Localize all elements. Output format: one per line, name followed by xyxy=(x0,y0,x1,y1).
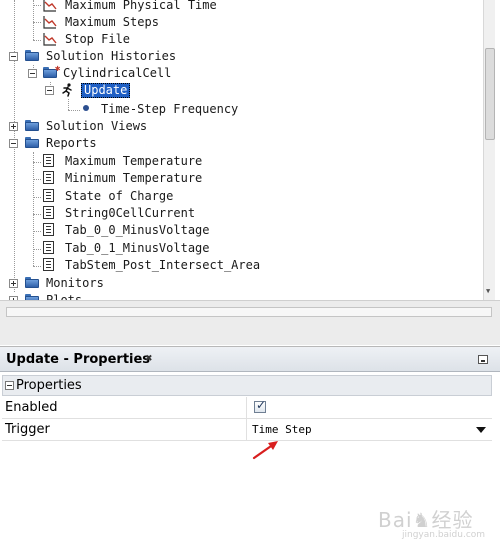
collapse-toggle[interactable] xyxy=(5,381,14,390)
tree-item-cylindricalcell[interactable]: ✱ CylindricalCell xyxy=(0,64,480,82)
tree-item-maximum-temperature[interactable]: Maximum Temperature xyxy=(0,153,480,170)
folder-icon xyxy=(25,276,39,290)
properties-section-header[interactable]: Properties xyxy=(2,375,492,396)
tree-item-label: Solution Views xyxy=(46,119,148,133)
trigger-dropdown[interactable]: Time Step xyxy=(252,423,312,436)
scrollbar-thumb[interactable] xyxy=(485,48,495,140)
tree-item-label: String0CellCurrent xyxy=(65,206,196,220)
collapse-toggle[interactable] xyxy=(9,139,18,148)
tree-item-label: Monitors xyxy=(46,276,104,290)
tree-item-update[interactable]: Update xyxy=(0,82,480,99)
tree-item-stop-file[interactable]: Stop File xyxy=(0,31,480,48)
panel-title: Update - Properties xyxy=(6,352,151,367)
folder-icon xyxy=(25,49,39,63)
tree-item-state-of-charge[interactable]: State of Charge xyxy=(0,188,480,205)
tree-footer xyxy=(0,300,500,345)
report-icon xyxy=(43,258,54,271)
chart-icon xyxy=(43,33,57,46)
tree-item-label: Solution Histories xyxy=(46,49,177,63)
tree-item-label: Stop File xyxy=(65,32,131,46)
tree-item-label: Maximum Steps xyxy=(65,15,159,29)
tree-item-label: State of Charge xyxy=(65,189,174,203)
tree-item-maximum-physical-time[interactable]: Maximum Physical Time xyxy=(0,0,480,14)
enabled-checkbox[interactable]: ✓ xyxy=(254,398,267,413)
tree-item-tab-0-0-minusvoltage[interactable]: Tab_0_0_MinusVoltage xyxy=(0,222,480,239)
annotation-arrow-icon xyxy=(252,441,278,460)
report-icon xyxy=(43,154,54,167)
tree-item-label: Reports xyxy=(46,136,97,150)
collapse-toggle[interactable] xyxy=(28,69,37,78)
tree-item-label: CylindricalCell xyxy=(63,66,172,80)
tree-item-string0cellcurrent[interactable]: String0CellCurrent xyxy=(0,205,480,222)
tree-item-minimum-temperature[interactable]: Minimum Temperature xyxy=(0,170,480,187)
tree-item-label: Plots xyxy=(46,293,83,300)
tree-vertical-scrollbar[interactable]: ▼ xyxy=(483,0,495,300)
folder-icon xyxy=(25,293,39,300)
column-divider xyxy=(246,397,247,419)
running-man-icon xyxy=(62,83,72,97)
properties-header: Update - Properties ✖ xyxy=(0,347,500,372)
tree-item-label: Tab_0_0_MinusVoltage xyxy=(65,223,210,237)
tree-item-tab-0-1-minusvoltage[interactable]: Tab_0_1_MinusVoltage xyxy=(0,240,480,257)
minimize-icon[interactable] xyxy=(478,355,488,364)
collapse-toggle[interactable] xyxy=(45,86,54,95)
tree-item-maximum-steps[interactable]: Maximum Steps xyxy=(0,14,480,31)
tree-item-label: Maximum Temperature xyxy=(65,154,203,168)
property-row-enabled: Enabled ✓ xyxy=(2,397,492,419)
property-name: Trigger xyxy=(5,422,50,437)
watermark-url: jingyan.baidu.com xyxy=(402,530,486,540)
tree-item-label: Minimum Temperature xyxy=(65,171,203,185)
column-divider xyxy=(246,419,247,441)
chevron-down-icon[interactable] xyxy=(476,427,486,433)
chart-icon xyxy=(43,16,57,29)
folder-icon xyxy=(25,136,39,150)
property-name: Enabled xyxy=(5,400,58,415)
tree-item-label: TabStem_Post_Intersect_Area xyxy=(65,258,261,272)
modified-star-icon: ✱ xyxy=(55,64,61,74)
collapse-toggle[interactable] xyxy=(9,52,18,61)
report-icon xyxy=(43,189,54,202)
tree-item-solution-histories[interactable]: Solution Histories xyxy=(0,48,480,65)
watermark-logo: Bai♞经验 xyxy=(378,508,474,532)
tree-item-label: Tab_0_1_MinusVoltage xyxy=(65,241,210,255)
tree-item-time-step-frequency[interactable]: Time-Step Frequency xyxy=(0,101,480,118)
tree-horizontal-scrollbar[interactable] xyxy=(6,307,492,317)
expand-toggle[interactable] xyxy=(9,122,18,131)
tree-item-label-selected: Update xyxy=(81,83,131,98)
chart-icon xyxy=(43,0,57,12)
expand-toggle[interactable] xyxy=(9,279,18,288)
tree-item-plots[interactable]: Plots xyxy=(0,292,480,300)
section-label: Properties xyxy=(16,378,82,393)
scroll-down-arrow-icon[interactable]: ▼ xyxy=(486,287,490,295)
report-icon xyxy=(43,206,54,219)
bullet-icon xyxy=(83,105,89,111)
report-icon xyxy=(43,223,54,236)
report-icon xyxy=(43,241,54,254)
simulation-tree: Maximum Physical Time Maximum Steps Stop… xyxy=(0,0,500,300)
tree-item-reports[interactable]: Reports xyxy=(0,135,480,152)
property-row-trigger: Trigger Time Step xyxy=(2,419,492,441)
tree-item-tabstem-post-intersect-area[interactable]: TabStem_Post_Intersect_Area xyxy=(0,257,480,274)
report-icon xyxy=(43,171,54,184)
tree-item-monitors[interactable]: Monitors xyxy=(0,275,480,292)
tree-item-label: Maximum Physical Time xyxy=(65,0,217,12)
tree-item-label: Time-Step Frequency xyxy=(101,102,239,116)
close-icon[interactable]: ✖ xyxy=(145,354,153,364)
checkmark-icon: ✓ xyxy=(256,398,267,412)
tree-item-solution-views[interactable]: Solution Views xyxy=(0,118,480,135)
folder-icon xyxy=(25,119,39,133)
